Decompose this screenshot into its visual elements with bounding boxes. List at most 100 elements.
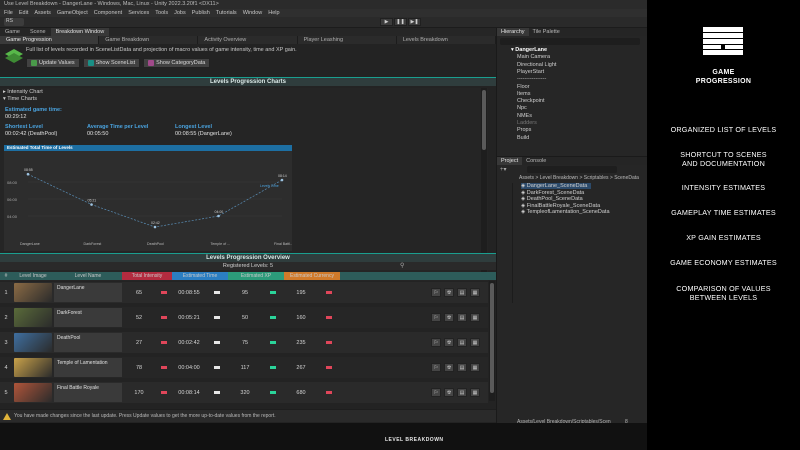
tab-game[interactable]: Game bbox=[0, 28, 25, 36]
doc-icon[interactable]: ▦ bbox=[470, 288, 480, 297]
project-file[interactable]: ◈ FinalBattleRoyale_SceneData bbox=[521, 203, 600, 209]
menu-file[interactable]: File bbox=[4, 10, 13, 16]
level-thumbnail[interactable] bbox=[14, 308, 52, 327]
account-button[interactable]: RS bbox=[4, 18, 24, 26]
intensity-chart-foldout[interactable]: ▸ Intensity Chart bbox=[3, 89, 43, 95]
open-scene-icon[interactable]: ⚐ bbox=[431, 313, 441, 322]
menu-edit[interactable]: Edit bbox=[19, 10, 28, 16]
row-index: 2 bbox=[4, 314, 8, 321]
overview-scroll-thumb[interactable] bbox=[490, 283, 494, 393]
hierarchy-item[interactable]: Build bbox=[517, 135, 529, 141]
data-point bbox=[280, 178, 284, 182]
currency-value-cell: 267 bbox=[284, 365, 340, 371]
hierarchy-item[interactable]: Npc bbox=[517, 105, 527, 111]
menu-services[interactable]: Services bbox=[128, 10, 149, 16]
row-actions: ⚐ ☢ ▤ ▦ bbox=[431, 388, 480, 397]
open-scene-icon[interactable]: ⚐ bbox=[431, 388, 441, 397]
level-thumbnail[interactable] bbox=[14, 283, 52, 302]
doc-icon[interactable]: ▦ bbox=[470, 313, 480, 322]
project-file[interactable]: ◈ DeathPool_SceneData bbox=[521, 196, 583, 202]
tab-console[interactable]: Console bbox=[522, 157, 550, 165]
level-thumbnail[interactable] bbox=[14, 383, 52, 402]
subtab-activity-overview[interactable]: Activity Overview bbox=[198, 36, 298, 44]
menu-assets[interactable]: Assets bbox=[34, 10, 51, 16]
tab-breakdown-window[interactable]: Breakdown Window bbox=[50, 28, 110, 36]
menu-window[interactable]: Window bbox=[243, 10, 263, 16]
level-thumbnail[interactable] bbox=[14, 333, 52, 352]
hierarchy-item[interactable]: Items bbox=[517, 91, 530, 97]
subtab-player-leashing[interactable]: Player Leashing bbox=[298, 36, 397, 44]
data-icon[interactable]: ▤ bbox=[457, 288, 467, 297]
intensity-icon[interactable]: ☢ bbox=[444, 338, 454, 347]
subtab-game-progression[interactable]: Game Progression bbox=[0, 36, 100, 44]
charts-scroll-thumb[interactable] bbox=[482, 90, 486, 150]
hierarchy-item[interactable]: Floor bbox=[517, 84, 530, 90]
show-categorydata-button[interactable]: Show CategoryData bbox=[143, 58, 211, 68]
project-file[interactable]: ◈ DangerLane_SceneData bbox=[521, 183, 592, 189]
time-charts-foldout[interactable]: ▾ Time Charts bbox=[3, 96, 37, 102]
project-file[interactable]: ◈ TempleofLamentation_SceneData bbox=[521, 209, 610, 215]
promo-feature-line: XP GAIN ESTIMATES bbox=[686, 233, 761, 242]
intensity-icon[interactable]: ☢ bbox=[444, 363, 454, 372]
data-icon[interactable]: ▤ bbox=[457, 363, 467, 372]
x-tick-label: Final Battl... bbox=[274, 242, 292, 246]
hierarchy-item[interactable]: Main Camera bbox=[517, 54, 550, 60]
update-values-button[interactable]: Update Values bbox=[26, 58, 80, 68]
data-icon[interactable]: ▤ bbox=[457, 313, 467, 322]
menu-help[interactable]: Help bbox=[268, 10, 279, 16]
hierarchy-item[interactable]: Checkpoint bbox=[517, 98, 545, 104]
menu-gameobject[interactable]: GameObject bbox=[57, 10, 88, 16]
hierarchy-item[interactable]: NMEs bbox=[517, 113, 532, 119]
menu-jobs[interactable]: Jobs bbox=[174, 10, 186, 16]
open-scene-icon[interactable]: ⚐ bbox=[431, 288, 441, 297]
hierarchy-search[interactable] bbox=[500, 38, 640, 45]
xp-value: 75 bbox=[241, 339, 249, 346]
charts-section-header: Levels Progression Charts bbox=[0, 77, 496, 86]
add-icon[interactable]: +▾ bbox=[500, 166, 510, 173]
doc-icon[interactable]: ▦ bbox=[470, 388, 480, 397]
data-icon[interactable]: ▤ bbox=[457, 338, 467, 347]
charts-scrollbar[interactable] bbox=[481, 88, 487, 278]
menu-component[interactable]: Component bbox=[94, 10, 122, 16]
trend-indicator bbox=[326, 366, 332, 369]
project-file[interactable]: ◈ DarkForest_SceneData bbox=[521, 190, 584, 196]
tab-scene[interactable]: Scene bbox=[25, 28, 51, 36]
project-breadcrumb[interactable]: Assets > Level Breakdown > Scriptables >… bbox=[519, 175, 639, 181]
hierarchy-item[interactable]: ---------------- bbox=[517, 76, 546, 82]
time-value: 00:08:55 bbox=[178, 289, 200, 296]
open-scene-icon[interactable]: ⚐ bbox=[431, 338, 441, 347]
hierarchy-item[interactable]: Props bbox=[517, 127, 531, 133]
overview-scrollbar[interactable] bbox=[489, 281, 495, 401]
doc-icon[interactable]: ▦ bbox=[470, 338, 480, 347]
pause-button[interactable]: ❚❚ bbox=[394, 18, 407, 26]
open-scene-icon[interactable]: ⚐ bbox=[431, 363, 441, 372]
search-icon[interactable]: ⚲ bbox=[400, 262, 408, 269]
hierarchy-item[interactable]: ▾ DangerLane bbox=[511, 47, 547, 53]
tab-tile-palette[interactable]: Tile Palette bbox=[529, 28, 564, 36]
col-level-image: Level Image bbox=[12, 272, 54, 280]
tab-hierarchy[interactable]: Hierarchy bbox=[497, 28, 529, 36]
menu-tools[interactable]: Tools bbox=[155, 10, 168, 16]
hierarchy-item[interactable]: Directional Light bbox=[517, 62, 556, 68]
tab-project[interactable]: Project bbox=[497, 157, 523, 165]
step-button[interactable]: ▶❚ bbox=[408, 18, 421, 26]
play-button[interactable]: ▶ bbox=[380, 18, 393, 26]
trend-indicator bbox=[161, 391, 167, 394]
project-folder-tree[interactable] bbox=[499, 183, 513, 303]
level-name: DarkForest bbox=[54, 308, 122, 327]
data-icon[interactable]: ▤ bbox=[457, 388, 467, 397]
intensity-icon[interactable]: ☢ bbox=[444, 313, 454, 322]
subtab-levels-breakdown[interactable]: Levels Breakdown bbox=[397, 36, 497, 44]
subtab-game-breakdown[interactable]: Game Breakdown bbox=[99, 36, 199, 44]
intensity-icon[interactable]: ☢ bbox=[444, 288, 454, 297]
project-search[interactable] bbox=[527, 166, 617, 173]
level-thumbnail[interactable] bbox=[14, 358, 52, 377]
menu-publish[interactable]: Publish bbox=[192, 10, 210, 16]
intensity-icon[interactable]: ☢ bbox=[444, 388, 454, 397]
menu-tutorials[interactable]: Tutorials bbox=[216, 10, 237, 16]
hierarchy-item[interactable]: PlayerStart bbox=[517, 69, 544, 75]
show-scenelist-button[interactable]: Show SceneList bbox=[82, 58, 141, 68]
doc-icon[interactable]: ▦ bbox=[470, 363, 480, 372]
promo-feature: ORGANIZED LIST OF LEVELS bbox=[647, 125, 800, 134]
hierarchy-item[interactable]: Ladders bbox=[517, 120, 537, 126]
